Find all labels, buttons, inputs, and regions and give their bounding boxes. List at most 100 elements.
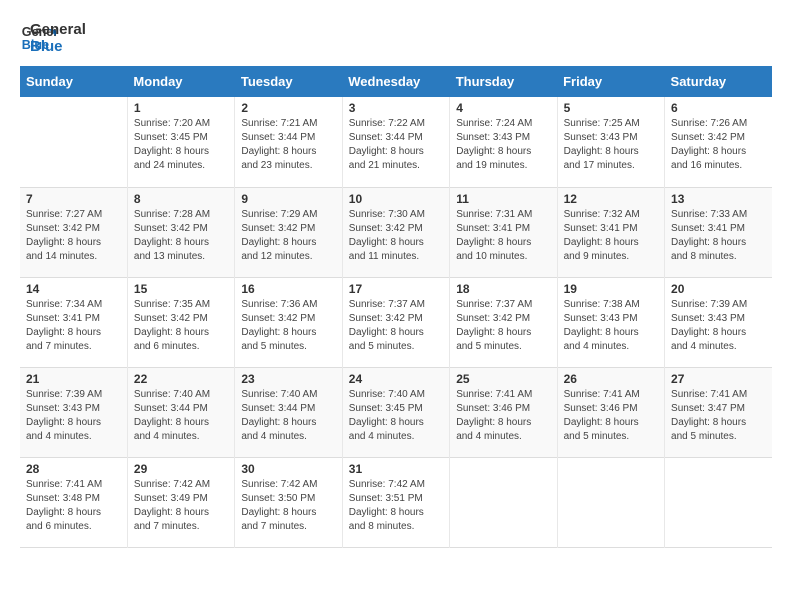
day-number: 17 xyxy=(349,282,443,296)
day-info: Sunrise: 7:39 AM Sunset: 3:43 PM Dayligh… xyxy=(26,388,121,444)
calendar-header: SundayMondayTuesdayWednesdayThursdayFrid… xyxy=(20,66,772,97)
calendar-cell: 4 Sunrise: 7:24 AM Sunset: 3:43 PM Daylig… xyxy=(450,97,557,187)
week-row-3: 14Sunrise: 7:34 AM Sunset: 3:41 PM Dayli… xyxy=(20,277,772,367)
day-number: 8 xyxy=(134,192,228,206)
day-number: 11 xyxy=(456,192,550,206)
day-info: Sunrise: 7:20 AM Sunset: 3:45 PM Dayligh… xyxy=(134,117,228,173)
day-info: Sunrise: 7:28 AM Sunset: 3:42 PM Dayligh… xyxy=(134,208,228,264)
calendar-cell: 10Sunrise: 7:30 AM Sunset: 3:42 PM Dayli… xyxy=(342,187,449,277)
calendar-cell: 15 Sunrise: 7:35 AM Sunset: 3:42 PM Dayli… xyxy=(127,277,234,367)
calendar-cell: 17 Sunrise: 7:37 AM Sunset: 3:42 PM Dayli… xyxy=(342,277,449,367)
day-number: 12 xyxy=(564,192,658,206)
day-number: 28 xyxy=(26,462,121,476)
calendar-cell: 9 Sunrise: 7:29 AM Sunset: 3:42 PM Daylig… xyxy=(235,187,342,277)
calendar-cell: 6 Sunrise: 7:26 AM Sunset: 3:42 PM Daylig… xyxy=(665,97,772,187)
calendar-table: SundayMondayTuesdayWednesdayThursdayFrid… xyxy=(20,66,772,548)
calendar-cell: 5 Sunrise: 7:25 AM Sunset: 3:43 PM Daylig… xyxy=(557,97,664,187)
logo-line1: General xyxy=(30,21,86,38)
day-number: 21 xyxy=(26,372,121,386)
header-row: SundayMondayTuesdayWednesdayThursdayFrid… xyxy=(20,66,772,97)
day-number: 26 xyxy=(564,372,658,386)
day-number: 24 xyxy=(349,372,443,386)
calendar-cell xyxy=(557,457,664,547)
day-number: 10 xyxy=(349,192,443,206)
day-info: Sunrise: 7:25 AM Sunset: 3:43 PM Dayligh… xyxy=(564,117,658,173)
day-number: 25 xyxy=(456,372,550,386)
day-info: Sunrise: 7:42 AM Sunset: 3:51 PM Dayligh… xyxy=(349,478,443,534)
calendar-cell: 14Sunrise: 7:34 AM Sunset: 3:41 PM Dayli… xyxy=(20,277,127,367)
day-info: Sunrise: 7:27 AM Sunset: 3:42 PM Dayligh… xyxy=(26,208,121,264)
header-saturday: Saturday xyxy=(665,66,772,97)
calendar-cell xyxy=(665,457,772,547)
header-friday: Friday xyxy=(557,66,664,97)
header-thursday: Thursday xyxy=(450,66,557,97)
calendar-cell: 24 Sunrise: 7:40 AM Sunset: 3:45 PM Dayli… xyxy=(342,367,449,457)
week-row-2: 7 Sunrise: 7:27 AM Sunset: 3:42 PM Daylig… xyxy=(20,187,772,277)
calendar-cell: 8 Sunrise: 7:28 AM Sunset: 3:42 PM Daylig… xyxy=(127,187,234,277)
day-number: 2 xyxy=(241,101,335,115)
calendar-cell: 27 Sunrise: 7:41 AM Sunset: 3:47 PM Dayli… xyxy=(665,367,772,457)
calendar-body: 1Sunrise: 7:20 AM Sunset: 3:45 PM Daylig… xyxy=(20,97,772,547)
day-number: 19 xyxy=(564,282,658,296)
header-tuesday: Tuesday xyxy=(235,66,342,97)
day-number: 4 xyxy=(456,101,550,115)
day-info: Sunrise: 7:34 AM Sunset: 3:41 PM Dayligh… xyxy=(26,298,121,354)
day-info: Sunrise: 7:21 AM Sunset: 3:44 PM Dayligh… xyxy=(241,117,335,173)
page-header: General Blue General Blue xyxy=(20,20,772,56)
calendar-cell: 3 Sunrise: 7:22 AM Sunset: 3:44 PM Daylig… xyxy=(342,97,449,187)
day-number: 6 xyxy=(671,101,766,115)
day-number: 7 xyxy=(26,192,121,206)
day-info: Sunrise: 7:24 AM Sunset: 3:43 PM Dayligh… xyxy=(456,117,550,173)
day-info: Sunrise: 7:36 AM Sunset: 3:42 PM Dayligh… xyxy=(241,298,335,354)
calendar-cell: 2 Sunrise: 7:21 AM Sunset: 3:44 PM Daylig… xyxy=(235,97,342,187)
calendar-cell: 26 Sunrise: 7:41 AM Sunset: 3:46 PM Dayli… xyxy=(557,367,664,457)
day-info: Sunrise: 7:26 AM Sunset: 3:42 PM Dayligh… xyxy=(671,117,766,173)
calendar-cell: 11 Sunrise: 7:31 AM Sunset: 3:41 PM Dayli… xyxy=(450,187,557,277)
day-number: 13 xyxy=(671,192,766,206)
day-info: Sunrise: 7:40 AM Sunset: 3:45 PM Dayligh… xyxy=(349,388,443,444)
day-info: Sunrise: 7:42 AM Sunset: 3:50 PM Dayligh… xyxy=(241,478,335,534)
day-number: 27 xyxy=(671,372,766,386)
calendar-cell: 22 Sunrise: 7:40 AM Sunset: 3:44 PM Dayli… xyxy=(127,367,234,457)
calendar-cell: 20Sunrise: 7:39 AM Sunset: 3:43 PM Dayli… xyxy=(665,277,772,367)
calendar-cell: 25 Sunrise: 7:41 AM Sunset: 3:46 PM Dayli… xyxy=(450,367,557,457)
day-info: Sunrise: 7:41 AM Sunset: 3:47 PM Dayligh… xyxy=(671,388,766,444)
header-wednesday: Wednesday xyxy=(342,66,449,97)
day-info: Sunrise: 7:35 AM Sunset: 3:42 PM Dayligh… xyxy=(134,298,228,354)
header-sunday: Sunday xyxy=(20,66,127,97)
day-info: Sunrise: 7:41 AM Sunset: 3:46 PM Dayligh… xyxy=(456,388,550,444)
day-number: 15 xyxy=(134,282,228,296)
day-number: 22 xyxy=(134,372,228,386)
day-info: Sunrise: 7:40 AM Sunset: 3:44 PM Dayligh… xyxy=(134,388,228,444)
logo-line2: Blue xyxy=(30,38,86,55)
day-number: 9 xyxy=(241,192,335,206)
day-info: Sunrise: 7:31 AM Sunset: 3:41 PM Dayligh… xyxy=(456,208,550,264)
calendar-cell: 28Sunrise: 7:41 AM Sunset: 3:48 PM Dayli… xyxy=(20,457,127,547)
day-number: 31 xyxy=(349,462,443,476)
day-info: Sunrise: 7:22 AM Sunset: 3:44 PM Dayligh… xyxy=(349,117,443,173)
calendar-cell: 18Sunrise: 7:37 AM Sunset: 3:42 PM Dayli… xyxy=(450,277,557,367)
header-monday: Monday xyxy=(127,66,234,97)
day-info: Sunrise: 7:37 AM Sunset: 3:42 PM Dayligh… xyxy=(456,298,550,354)
day-number: 23 xyxy=(241,372,335,386)
day-info: Sunrise: 7:29 AM Sunset: 3:42 PM Dayligh… xyxy=(241,208,335,264)
week-row-5: 28Sunrise: 7:41 AM Sunset: 3:48 PM Dayli… xyxy=(20,457,772,547)
calendar-cell: 1Sunrise: 7:20 AM Sunset: 3:45 PM Daylig… xyxy=(127,97,234,187)
day-number: 3 xyxy=(349,101,443,115)
calendar-cell: 31 Sunrise: 7:42 AM Sunset: 3:51 PM Dayli… xyxy=(342,457,449,547)
calendar-cell: 19Sunrise: 7:38 AM Sunset: 3:43 PM Dayli… xyxy=(557,277,664,367)
day-number: 5 xyxy=(564,101,658,115)
logo: General Blue General Blue xyxy=(20,20,86,56)
day-info: Sunrise: 7:37 AM Sunset: 3:42 PM Dayligh… xyxy=(349,298,443,354)
calendar-cell xyxy=(450,457,557,547)
day-number: 16 xyxy=(241,282,335,296)
calendar-cell: 23Sunrise: 7:40 AM Sunset: 3:44 PM Dayli… xyxy=(235,367,342,457)
day-number: 20 xyxy=(671,282,766,296)
calendar-cell: 16 Sunrise: 7:36 AM Sunset: 3:42 PM Dayli… xyxy=(235,277,342,367)
day-info: Sunrise: 7:41 AM Sunset: 3:46 PM Dayligh… xyxy=(564,388,658,444)
calendar-cell: 21 Sunrise: 7:39 AM Sunset: 3:43 PM Dayli… xyxy=(20,367,127,457)
calendar-cell: 30 Sunrise: 7:42 AM Sunset: 3:50 PM Dayli… xyxy=(235,457,342,547)
day-number: 30 xyxy=(241,462,335,476)
week-row-4: 21 Sunrise: 7:39 AM Sunset: 3:43 PM Dayli… xyxy=(20,367,772,457)
calendar-cell xyxy=(20,97,127,187)
